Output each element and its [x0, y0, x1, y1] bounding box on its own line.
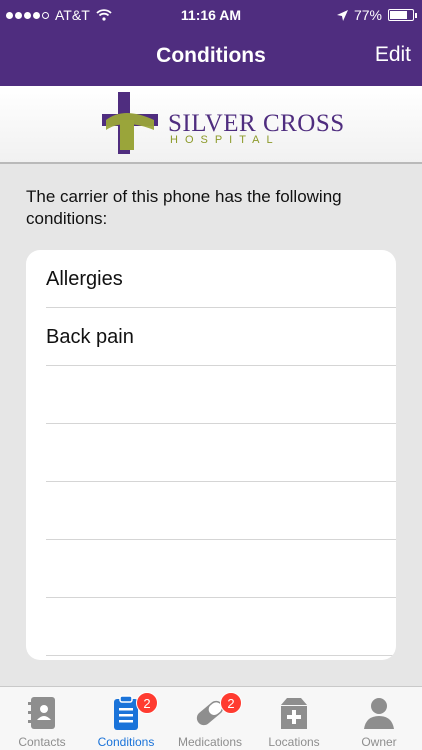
list-item[interactable] — [46, 366, 396, 424]
address-book-icon — [28, 697, 55, 729]
list-item[interactable] — [46, 424, 396, 482]
tab-label: Owner — [361, 735, 397, 749]
badge: 2 — [136, 692, 158, 714]
list-item[interactable]: Back pain — [46, 308, 396, 366]
edit-button[interactable]: Edit — [375, 43, 411, 67]
battery-percent: 77% — [353, 7, 382, 23]
status-right: 77% — [336, 7, 417, 23]
tab-medications[interactable]: 2 Medications — [168, 687, 252, 750]
person-icon — [364, 698, 394, 729]
list-item[interactable] — [46, 482, 396, 540]
battery-icon — [388, 9, 417, 21]
conditions-list: Allergies Back pain — [26, 250, 396, 660]
status-bar: AT&T 11:16 AM 77% — [0, 0, 422, 30]
header-bar: AT&T 11:16 AM 77% Conditions Edit — [0, 0, 422, 86]
tab-label: Conditions — [97, 735, 155, 749]
tab-bar: Contacts 2 Conditions 2 Medications Loca… — [0, 686, 422, 750]
hospital-building-icon — [281, 698, 307, 729]
page-title: Conditions — [156, 44, 266, 67]
brand-subtitle: HOSPITAL — [170, 134, 280, 146]
list-item[interactable]: Allergies — [46, 250, 396, 308]
tab-conditions[interactable]: 2 Conditions — [84, 687, 168, 750]
list-item[interactable] — [46, 540, 396, 598]
intro-text: The carrier of this phone has the follow… — [26, 187, 342, 228]
tab-label: Contacts — [18, 735, 66, 749]
tab-locations[interactable]: Locations — [252, 687, 336, 750]
tab-owner[interactable]: Owner — [336, 687, 422, 750]
list-item[interactable] — [46, 598, 396, 656]
tab-label: Medications — [177, 735, 243, 749]
badge: 2 — [220, 692, 242, 714]
tab-contacts[interactable]: Contacts — [0, 687, 84, 750]
location-arrow-icon — [336, 9, 348, 21]
tab-label: Locations — [268, 735, 320, 749]
